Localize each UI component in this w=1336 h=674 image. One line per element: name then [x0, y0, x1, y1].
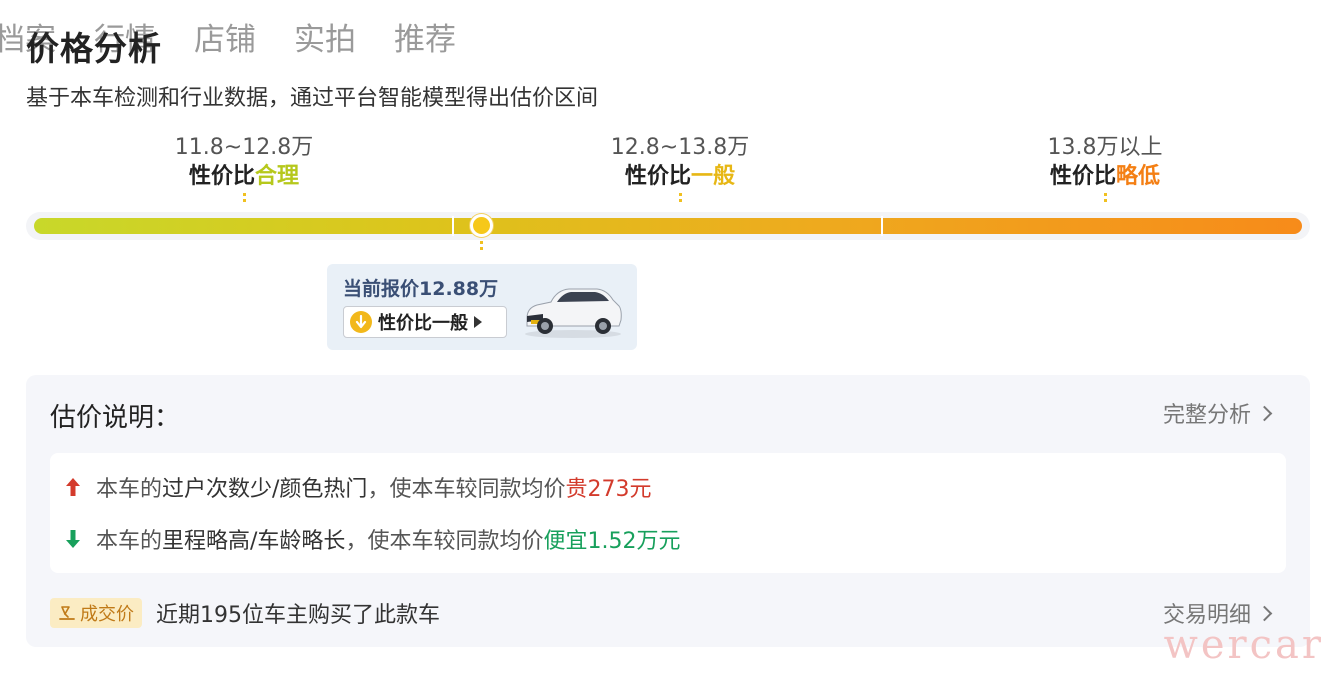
- factor-effect: 贵273元: [565, 477, 652, 502]
- price-factors: 本车的 过户次数少/颜色热门 ，使本车较同款均价 贵273元 本车的 里程略高/…: [50, 453, 1286, 573]
- segment-average: 12.8~13.8万 性价比一般: [530, 133, 830, 203]
- segment-range: 13.8万以上: [1047, 135, 1163, 160]
- explanation-title: 估价说明：: [50, 403, 181, 433]
- price-factor-up: 本车的 过户次数少/颜色热门 ，使本车较同款均价 贵273元: [64, 471, 651, 503]
- value-verdict-chip[interactable]: 性价比一般: [343, 306, 507, 338]
- marker-pointer: [480, 241, 483, 253]
- current-price-marker: [470, 214, 493, 237]
- car-thumbnail: [525, 288, 622, 338]
- segment-low: 13.8万以上 性价比略低: [955, 133, 1255, 203]
- deal-summary: 近期195位车主购买了此款车: [156, 603, 440, 628]
- page-subtitle: 基于本车检测和行业数据，通过平台智能模型得出估价区间: [26, 86, 599, 111]
- page-title: 价格分析: [26, 29, 162, 68]
- gavel-icon: [59, 606, 75, 620]
- price-track: [34, 218, 1302, 234]
- factor-key: 里程略高/车龄略长: [162, 529, 346, 554]
- factor-prefix: 本车的: [96, 529, 163, 554]
- arrow-down-icon: [66, 530, 80, 548]
- segment-reasonable: 11.8~12.8万 性价比合理: [94, 133, 394, 203]
- segment-pointer: [1103, 193, 1107, 203]
- deal-badge-label: 成交价: [80, 604, 134, 625]
- factor-middle: ，使本车较同款均价: [345, 529, 544, 554]
- segment-verdict: 性价比合理: [188, 164, 300, 189]
- factor-key: 过户次数少/颜色热门: [162, 477, 368, 502]
- tab-photos[interactable]: 实拍: [294, 14, 356, 59]
- factor-middle: ，使本车较同款均价: [367, 477, 566, 502]
- segment-verdict: 性价比一般: [624, 164, 736, 189]
- factor-prefix: 本车的: [96, 477, 163, 502]
- segment-range: 12.8~13.8万: [610, 135, 750, 160]
- watermark: wercar: [1163, 622, 1324, 668]
- deal-price-badge: 成交价: [50, 598, 142, 628]
- track-divider: [452, 216, 454, 236]
- tab-store[interactable]: 店铺: [194, 14, 256, 59]
- segment-verdict: 性价比略低: [1049, 164, 1161, 189]
- segment-range: 11.8~12.8万: [174, 135, 314, 160]
- full-analysis-link[interactable]: 完整分析: [1162, 397, 1273, 429]
- chip-label: 性价比一般: [378, 313, 468, 334]
- chevron-right-icon: [1256, 405, 1273, 421]
- down-arrow-circle-icon: [350, 311, 372, 333]
- arrow-up-icon: [66, 478, 80, 496]
- price-explanation-panel: 估价说明： 完整分析 本车的 过户次数少/颜色热门 ，使本车较同款均价 贵273…: [26, 375, 1310, 647]
- tab-recommend[interactable]: 推荐: [394, 14, 456, 59]
- segment-pointer: [678, 193, 682, 203]
- price-factor-down: 本车的 里程略高/车龄略长 ，使本车较同款均价 便宜1.52万元: [64, 523, 680, 555]
- current-quote-card[interactable]: 当前报价12.88万 性价比一般: [327, 264, 637, 350]
- play-arrow-icon: [474, 316, 482, 328]
- segment-pointer: [242, 193, 246, 203]
- current-quote: 当前报价12.88万: [343, 278, 499, 300]
- chevron-right-icon: [1256, 605, 1273, 621]
- full-analysis-label: 完整分析: [1162, 403, 1251, 428]
- factor-effect: 便宜1.52万元: [543, 529, 681, 554]
- track-divider: [881, 216, 883, 236]
